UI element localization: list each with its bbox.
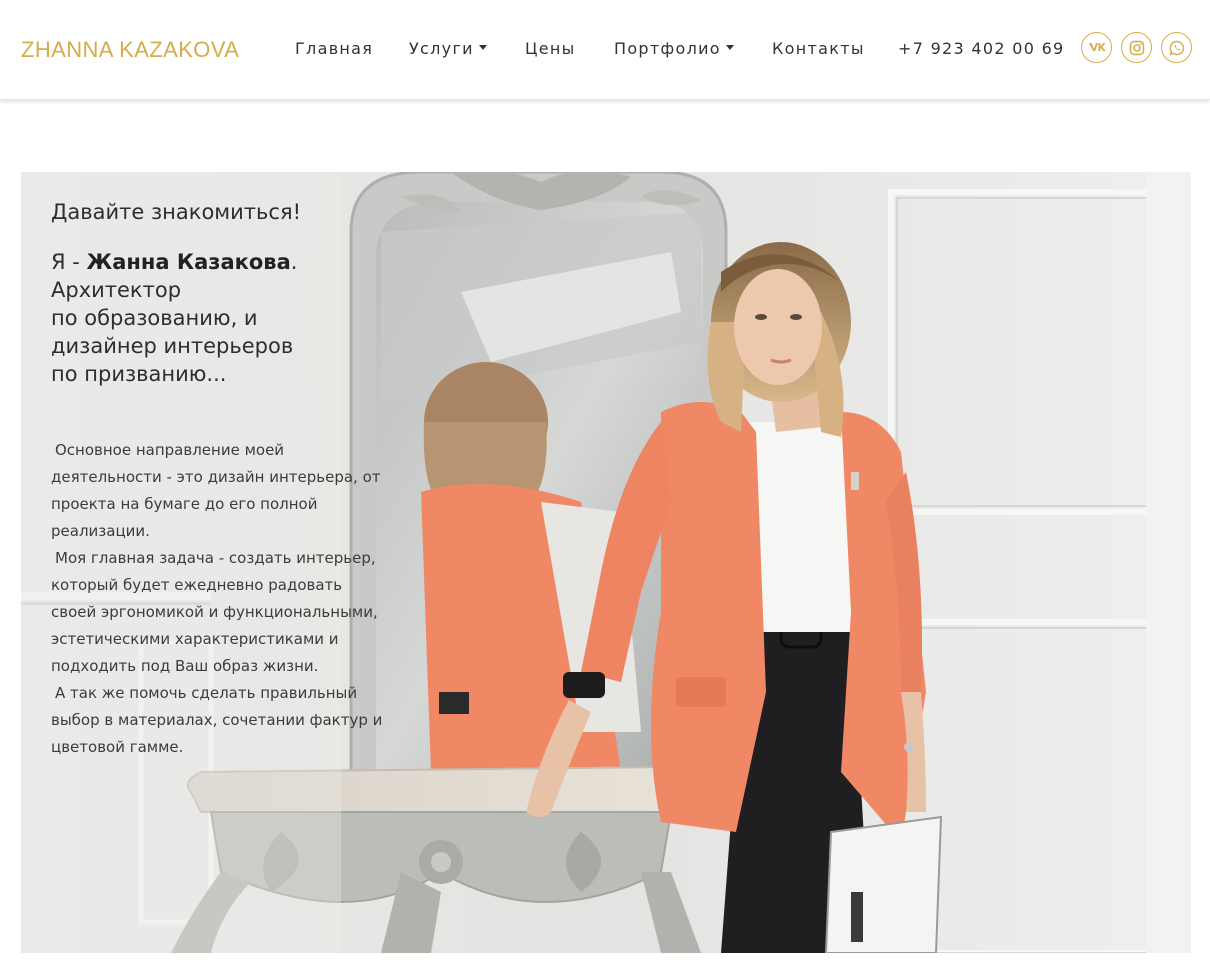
nav-item-label: Услуги bbox=[409, 39, 474, 58]
description-paragraph: Моя главная задача - создать интерьер, к… bbox=[51, 549, 378, 675]
intro-line: дизайнер интерьеров bbox=[51, 334, 294, 358]
site-logo[interactable]: ZHANNA KAZAKOVA bbox=[21, 37, 239, 63]
nav-item-prices[interactable]: Цены bbox=[525, 39, 576, 58]
intro-first-line: Я - Жанна Казакова. bbox=[51, 248, 371, 276]
nav-item-services[interactable]: Услуги bbox=[409, 39, 487, 58]
instagram-link[interactable] bbox=[1121, 32, 1152, 63]
instagram-icon bbox=[1129, 40, 1144, 55]
nav-item-contacts[interactable]: Контакты bbox=[772, 39, 865, 58]
phone-link[interactable]: +7 923 402 00 69 bbox=[898, 39, 1065, 58]
vk-icon bbox=[1088, 42, 1106, 51]
nav-item-label: Цены bbox=[525, 39, 576, 58]
hero-description: Основное направление моей деятельности -… bbox=[51, 437, 391, 761]
hero-title: Давайте знакомиться! bbox=[51, 200, 301, 224]
intro-line: по образованию, и bbox=[51, 306, 258, 330]
whatsapp-icon bbox=[1168, 40, 1184, 55]
nav-item-label: Контакты bbox=[772, 39, 865, 58]
intro-suffix: . bbox=[290, 250, 298, 274]
description-paragraph: А так же помочь сделать правильный выбор… bbox=[51, 684, 383, 756]
hero-intro: Я - Жанна Казакова. Архитектор по образо… bbox=[51, 248, 371, 388]
site-header: ZHANNA KAZAKOVA Главная Услуги Цены Порт… bbox=[0, 0, 1210, 100]
description-paragraph: Основное направление моей деятельности -… bbox=[51, 441, 381, 540]
whatsapp-link[interactable] bbox=[1161, 32, 1192, 63]
nav-item-portfolio[interactable]: Портфолио bbox=[614, 39, 734, 58]
caret-down-icon bbox=[478, 45, 487, 50]
nav-item-label: Главная bbox=[295, 39, 374, 58]
hero-section: Давайте знакомиться! Я - Жанна Казакова.… bbox=[21, 172, 1191, 953]
designer-name: Жанна Казакова bbox=[86, 250, 291, 274]
caret-down-icon bbox=[725, 45, 734, 50]
vk-link[interactable] bbox=[1081, 32, 1112, 63]
intro-line: Архитектор bbox=[51, 278, 182, 302]
nav-item-label: Портфолио bbox=[614, 39, 721, 58]
nav-item-home[interactable]: Главная bbox=[295, 39, 373, 58]
intro-line: по призванию... bbox=[51, 362, 227, 386]
intro-prefix: Я - bbox=[51, 250, 87, 274]
phone-number: +7 923 402 00 69 bbox=[898, 39, 1065, 58]
